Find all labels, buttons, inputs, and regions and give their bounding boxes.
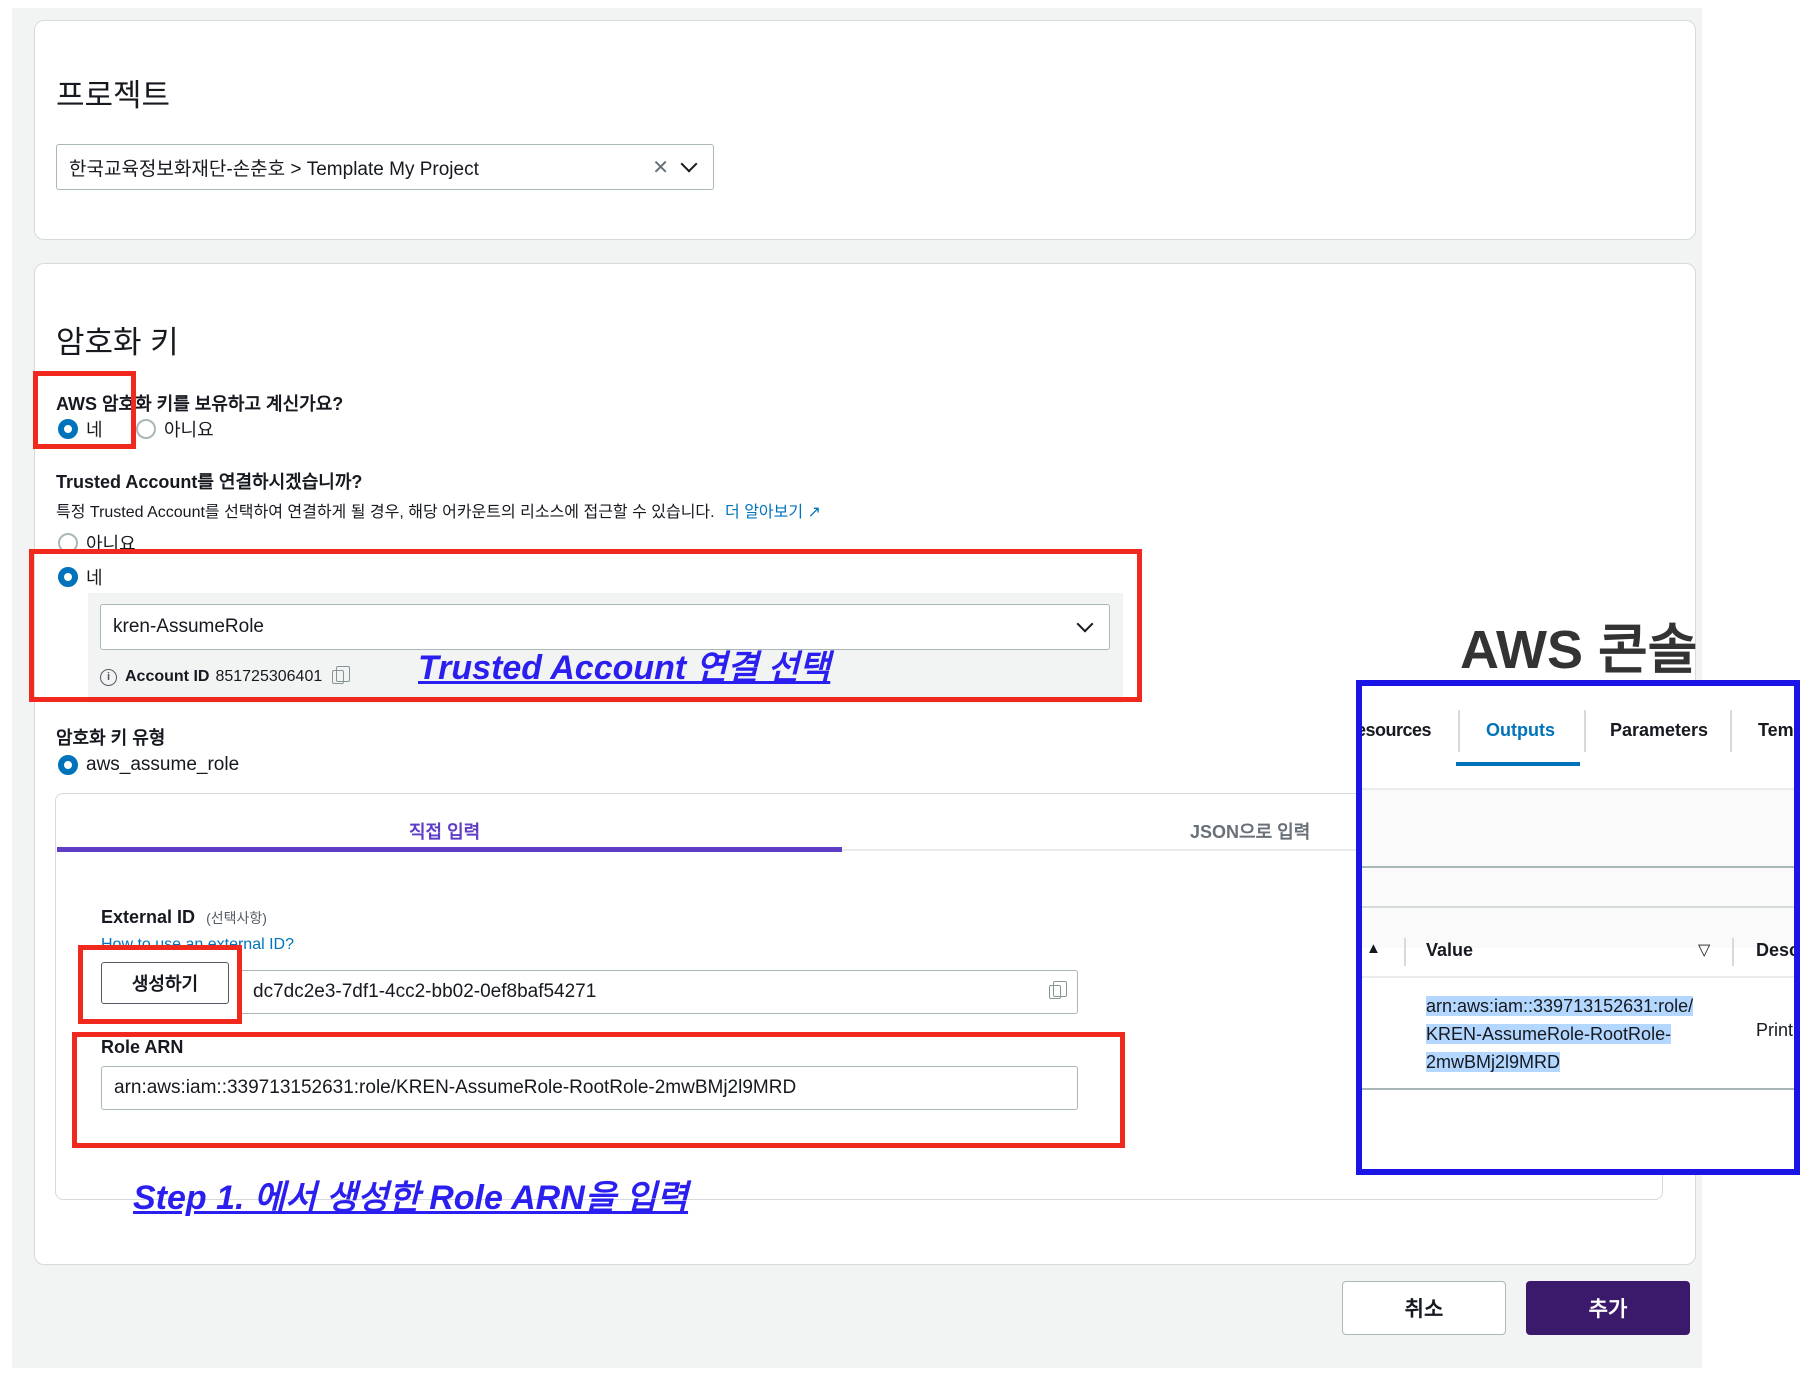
radio-empty-icon bbox=[136, 419, 156, 439]
step1-annotation: Step 1. 에서 생성한 Role ARN을 입력 bbox=[133, 1179, 689, 1217]
external-id-value: dc7dc2e3-7df1-4cc2-bb02-0ef8baf54271 bbox=[253, 981, 597, 1002]
role-arn-highlight-box bbox=[72, 1032, 1125, 1148]
project-card bbox=[34, 20, 1696, 240]
key-type-value: aws_assume_role bbox=[86, 754, 240, 775]
project-select[interactable]: 한국교육정보화재단-손춘호 > Template My Project ✕ bbox=[56, 144, 714, 190]
own-key-highlight-box bbox=[33, 371, 136, 449]
tab-json-input[interactable]: JSON으로 입력 bbox=[1190, 818, 1310, 844]
trusted-description-text: 특정 Trusted Account를 선택하여 연결하게 될 경우, 해당 어… bbox=[56, 504, 715, 521]
learn-more-label: 더 알아보기 bbox=[725, 504, 804, 521]
aws-console-highlight-box bbox=[1356, 680, 1800, 1175]
encryption-title: 암호화 키 bbox=[56, 325, 179, 360]
external-id-label: External ID (선택사항) bbox=[101, 907, 267, 928]
active-tab-indicator bbox=[57, 847, 842, 852]
own-key-no-radio[interactable]: 아니요 bbox=[136, 416, 214, 442]
chevron-down-icon[interactable] bbox=[680, 155, 698, 173]
learn-more-link[interactable]: 더 알아보기 ↗ bbox=[725, 504, 821, 521]
external-link-icon: ↗ bbox=[807, 504, 821, 521]
key-type-label: 암호화 키 유형 bbox=[56, 728, 166, 748]
project-title: 프로젝트 bbox=[56, 78, 171, 113]
trusted-question: Trusted Account를 연결하시겠습니까? bbox=[56, 472, 363, 492]
cancel-button[interactable]: 취소 bbox=[1342, 1281, 1506, 1335]
clear-icon[interactable]: ✕ bbox=[652, 155, 669, 180]
tab-direct-input[interactable]: 직접 입력 bbox=[409, 818, 480, 844]
project-select-value: 한국교육정보화재단-손춘호 > Template My Project bbox=[69, 158, 479, 180]
aws-console-title: AWS 콘솔 bbox=[1460, 620, 1698, 680]
key-type-radio[interactable]: aws_assume_role bbox=[58, 754, 239, 776]
trusted-description: 특정 Trusted Account를 선택하여 연결하게 될 경우, 해당 어… bbox=[56, 498, 821, 522]
external-id-label-text: External ID bbox=[101, 907, 196, 927]
trusted-annotation: Trusted Account 연결 선택 bbox=[418, 649, 831, 687]
external-id-optional: (선택사항) bbox=[206, 910, 267, 926]
copy-icon[interactable] bbox=[1049, 981, 1067, 999]
own-key-no-label: 아니요 bbox=[164, 420, 214, 440]
external-id-input[interactable]: dc7dc2e3-7df1-4cc2-bb02-0ef8baf54271 bbox=[240, 970, 1078, 1014]
add-button[interactable]: 추가 bbox=[1526, 1281, 1690, 1335]
radio-selected-icon bbox=[58, 755, 78, 775]
generate-button-highlight-box bbox=[78, 945, 242, 1024]
